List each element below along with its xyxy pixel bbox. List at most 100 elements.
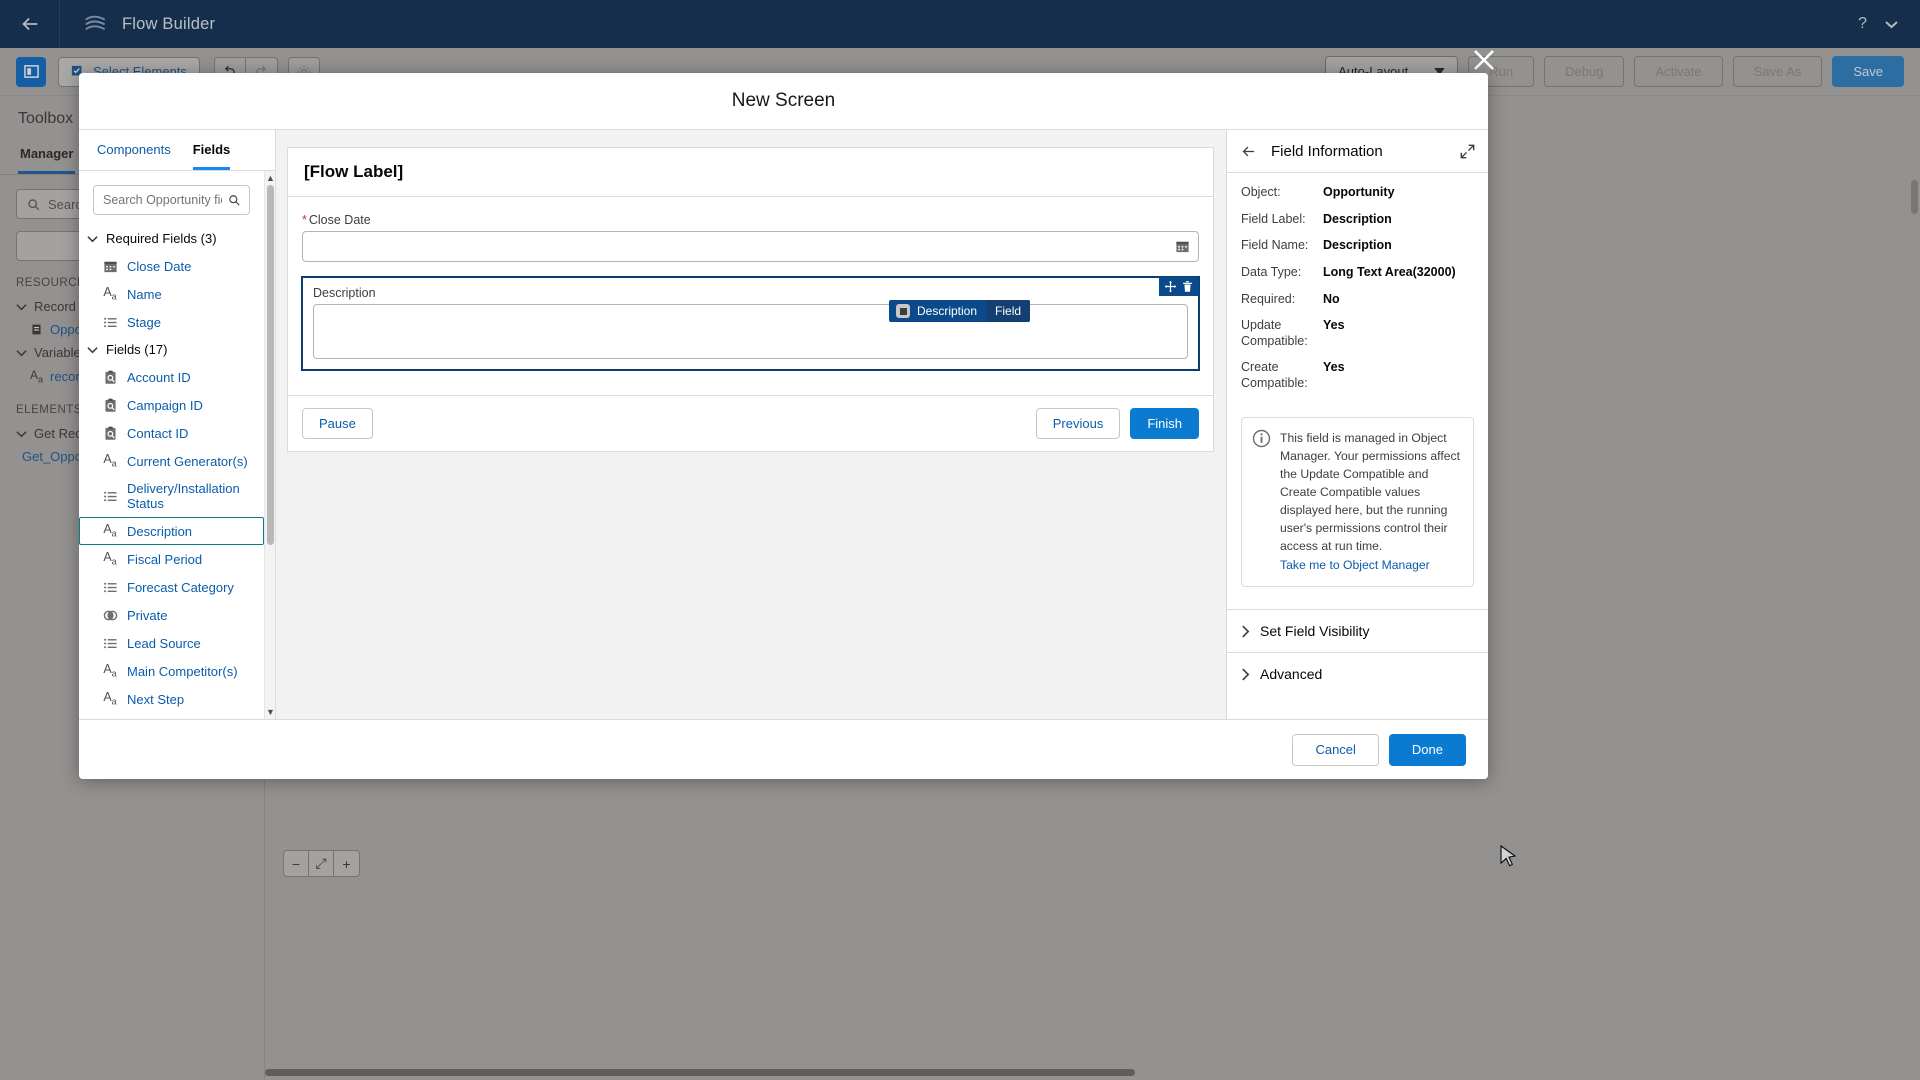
back-arrow-icon[interactable] <box>1240 144 1257 159</box>
field-information-title: Field Information <box>1271 143 1383 160</box>
field-info-key: Field Name: <box>1241 238 1309 253</box>
tab-fields[interactable]: Fields <box>192 130 231 170</box>
search-icon[interactable] <box>228 193 240 207</box>
screen-preview-card: [Flow Label] * Close Date Description Pa… <box>287 147 1214 452</box>
palette-group-header[interactable]: Fields (17) <box>79 336 264 363</box>
tab-components[interactable]: Components <box>97 130 171 170</box>
field-info-row: Create Compatible: Yes <box>1241 360 1474 391</box>
field-info-row: Data Type: Long Text Area(32000) <box>1241 265 1474 281</box>
calendar-icon[interactable] <box>1175 239 1190 254</box>
picklist-icon <box>102 314 118 330</box>
object-manager-notice: This field is managed in Object Manager.… <box>1241 416 1474 587</box>
picklist-icon <box>103 491 117 501</box>
palette-scroll-thumb[interactable] <box>267 185 274 545</box>
drag-ghost-name: Description <box>917 304 978 318</box>
palette-field-close-date[interactable]: Close Date <box>79 252 264 280</box>
lookup-icon <box>102 369 118 385</box>
object-manager-link[interactable]: Take me to Object Manager <box>1280 556 1463 574</box>
palette-field-lead-source[interactable]: Lead Source <box>79 629 264 657</box>
lookup-icon <box>104 426 116 440</box>
scroll-up-icon[interactable]: ▲ <box>266 173 275 183</box>
delete-icon[interactable] <box>1181 280 1194 293</box>
palette-list: Required Fields (3) Close Date Aa Name Stage… <box>79 171 264 719</box>
section-advanced[interactable]: Advanced <box>1227 652 1488 695</box>
checkbox-icon <box>103 610 117 620</box>
section-set-field-visibility[interactable]: Set Field Visibility <box>1227 609 1488 652</box>
modal-close-button[interactable] <box>1472 48 1496 72</box>
field-info-value: Description <box>1323 211 1392 226</box>
palette-field-description[interactable]: Aa Description <box>79 517 264 545</box>
lookup-icon <box>104 370 116 384</box>
preview-field-close-date-label: * Close Date <box>302 213 371 227</box>
pause-button[interactable]: Pause <box>302 408 373 439</box>
palette-field-label: Name <box>127 286 162 302</box>
palette-field-order-number[interactable]: AaOrder Number <box>79 713 264 719</box>
text-icon: Aa <box>103 452 117 469</box>
checkbox-icon <box>102 607 118 623</box>
modal-title: New Screen <box>731 90 836 111</box>
done-button[interactable]: Done <box>1388 733 1466 766</box>
palette-field-name[interactable]: Aa Name <box>79 280 264 308</box>
field-info-key: Data Type: <box>1241 264 1302 279</box>
palette-tabs: Components Fields <box>79 130 275 171</box>
finish-button[interactable]: Finish <box>1130 408 1199 439</box>
drag-ghost-name-wrap: Description <box>889 304 986 318</box>
palette-field-private[interactable]: Private <box>79 601 264 629</box>
field-info-key: Update Compatible: <box>1241 318 1308 348</box>
field-info-value: Opportunity <box>1323 185 1395 199</box>
screen-palette: Components Fields Required Fields (3) Clo… <box>79 130 276 719</box>
description-textarea[interactable] <box>313 304 1188 359</box>
close-date-input[interactable] <box>302 231 1199 262</box>
palette-field-stage[interactable]: Stage <box>79 308 264 336</box>
preview-field-description[interactable]: Description <box>301 276 1200 371</box>
palette-field-account-id[interactable]: Account ID <box>79 363 264 391</box>
field-info-row: Object: Opportunity <box>1241 185 1474 201</box>
text-icon: Aa <box>103 550 117 567</box>
field-info-row: Field Label: Description <box>1241 212 1474 228</box>
info-icon <box>1252 429 1271 447</box>
field-information-header: Field Information <box>1227 130 1488 173</box>
search-input[interactable] <box>103 193 222 207</box>
expand-icon[interactable] <box>1460 144 1475 159</box>
move-icon[interactable] <box>1164 280 1177 293</box>
palette-field-groups: Required Fields (3) Close Date Aa Name Stage… <box>79 225 264 719</box>
text-icon: Aa <box>102 551 118 567</box>
palette-group-label: Required Fields (3) <box>106 231 217 246</box>
palette-scrollbar[interactable]: ▲ ▼ <box>264 171 275 719</box>
palette-field-label: Lead Source <box>127 635 201 651</box>
palette-field-forecast-category[interactable]: Forecast Category <box>79 573 264 601</box>
palette-search[interactable] <box>93 185 250 215</box>
drag-ghost-tooltip: Description Field <box>889 300 1031 322</box>
preview-field-description-label: Description <box>313 286 376 300</box>
palette-field-label: Campaign ID <box>127 397 203 413</box>
preview-field-close-date[interactable]: * Close Date <box>302 213 1199 262</box>
text-icon: Aa <box>102 691 118 707</box>
picklist-icon <box>103 638 117 648</box>
field-information-panel: Field Information Object: Opportunity Fiel… <box>1226 130 1488 719</box>
cancel-button[interactable]: Cancel <box>1292 733 1379 766</box>
field-information-table: Object: Opportunity Field Label: Descriptio… <box>1227 173 1488 409</box>
previous-button[interactable]: Previous <box>1035 408 1121 439</box>
palette-field-delivery-installation-status[interactable]: Delivery/Installation Status <box>79 475 264 517</box>
field-info-key: Create Compatible: <box>1241 360 1308 390</box>
palette-field-contact-id[interactable]: Contact ID <box>79 419 264 447</box>
section-set-field-visibility-label: Set Field Visibility <box>1260 623 1370 639</box>
palette-group-header[interactable]: Required Fields (3) <box>79 225 264 252</box>
field-info-row: Field Name: Description <box>1241 238 1474 254</box>
palette-field-fiscal-period[interactable]: Aa Fiscal Period <box>79 545 264 573</box>
palette-field-campaign-id[interactable]: Campaign ID <box>79 391 264 419</box>
screen-fields: * Close Date Description <box>288 197 1213 395</box>
palette-field-main-competitor-s[interactable]: Aa Main Competitor(s) <box>79 657 264 685</box>
palette-field-label: Main Competitor(s) <box>127 663 238 679</box>
palette-field-current-generator-s[interactable]: Aa Current Generator(s) <box>79 447 264 475</box>
palette-field-label: Close Date <box>127 258 192 274</box>
field-info-row: Required: No <box>1241 292 1474 308</box>
field-info-value: No <box>1323 291 1340 306</box>
drag-ghost-type: Field <box>986 300 1031 322</box>
required-asterisk: * <box>302 213 307 227</box>
text-icon: Aa <box>103 690 117 707</box>
scroll-down-icon[interactable]: ▼ <box>266 707 275 717</box>
chevron-right-icon <box>1242 668 1250 680</box>
chevron-right-icon <box>1242 625 1250 637</box>
palette-field-next-step[interactable]: Aa Next Step <box>79 685 264 713</box>
